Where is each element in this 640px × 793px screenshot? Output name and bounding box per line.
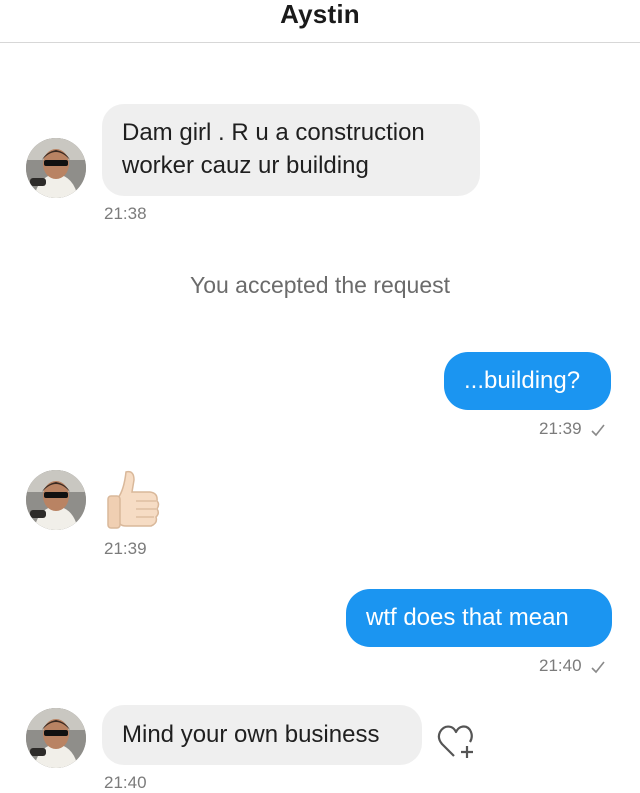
message-bubble[interactable]: Mind your own business	[102, 705, 422, 765]
message-bubble[interactable]: ...building?	[444, 352, 611, 410]
message-timestamp: 21:39	[539, 419, 606, 439]
chat-header: Aystin	[0, 0, 640, 43]
message-timestamp: 21:40	[104, 773, 147, 792]
message-text: Mind your own business	[122, 721, 380, 748]
message-bubble[interactable]: wtf does that mean	[346, 589, 612, 647]
sender-avatar[interactable]	[26, 470, 86, 530]
sender-avatar[interactable]	[26, 138, 86, 198]
heart-add-icon[interactable]	[436, 722, 476, 767]
message-text: ...building?	[464, 367, 581, 394]
thumbs-up-emoji[interactable]	[104, 468, 162, 537]
message-timestamp: 21:38	[104, 204, 147, 223]
system-message: You accepted the request	[189, 272, 451, 298]
contact-name[interactable]: Aystin	[0, 0, 640, 28]
message-bubble[interactable]: Dam girl . R u a construction worker cau…	[102, 104, 480, 196]
sender-avatar[interactable]	[26, 708, 86, 768]
message-timestamp: 21:40	[539, 656, 606, 676]
message-timestamp: 21:39	[104, 539, 147, 558]
timestamp-text: 21:40	[539, 656, 582, 675]
check-icon	[591, 424, 605, 436]
timestamp-text: 21:39	[539, 419, 582, 438]
message-text: Dam girl . R u a construction worker cau…	[122, 119, 425, 179]
message-text: wtf does that mean	[366, 604, 569, 631]
check-icon	[591, 661, 605, 673]
